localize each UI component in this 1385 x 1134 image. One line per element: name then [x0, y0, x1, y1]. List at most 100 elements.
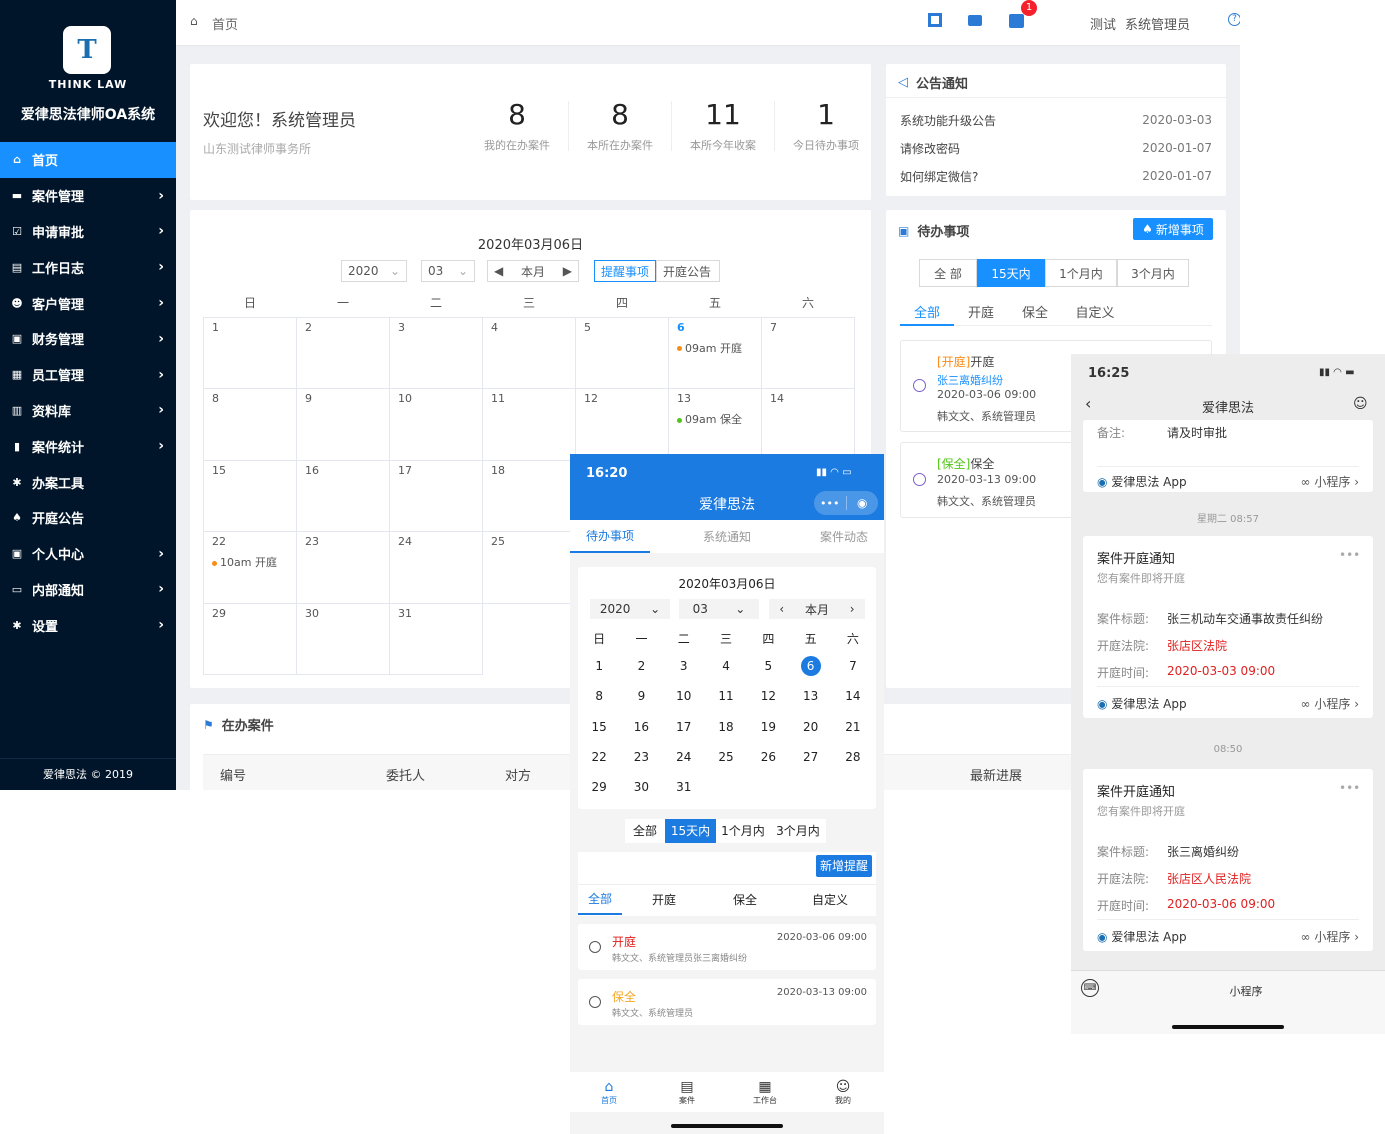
prev-month-button[interactable]: ‹: [779, 602, 784, 616]
this-month-button[interactable]: 本月: [521, 263, 545, 280]
nav-cases[interactable]: ▤ 案件: [648, 1079, 726, 1106]
year-select[interactable]: 2020 ⌄: [590, 599, 670, 619]
mini-program-menu[interactable]: 小程序: [1071, 983, 1385, 999]
calendar-event[interactable]: 10am 开庭: [212, 554, 288, 570]
sidebar-item-approval[interactable]: ☑ 申请审批 ›: [0, 214, 176, 250]
sidebar-item-finance[interactable]: ▣ 财务管理 ›: [0, 321, 176, 357]
prev-month-button[interactable]: ◀: [494, 264, 503, 278]
tab-todo[interactable]: 待办事项: [570, 520, 650, 553]
calendar-day[interactable]: 8: [203, 388, 297, 461]
type-custom[interactable]: 自定义: [784, 891, 876, 908]
sidebar-item-stats[interactable]: ▮ 案件统计 ›: [0, 428, 176, 464]
sidebar-item-worklog[interactable]: ▤ 工作日志 ›: [0, 249, 176, 285]
notice-item[interactable]: 系统功能升级公告 2020-03-03: [900, 106, 1212, 134]
user-name[interactable]: 系统管理员: [1125, 14, 1190, 33]
stat-my-cases[interactable]: 8 我的在办案件: [466, 98, 568, 153]
calendar-day-today[interactable]: 6: [789, 651, 831, 681]
calendar-day[interactable]: 14: [761, 388, 855, 461]
calendar-day[interactable]: 2: [296, 316, 390, 390]
type-court[interactable]: 开庭: [954, 302, 1008, 326]
calendar-day[interactable]: 25: [482, 531, 576, 604]
calendar-day[interactable]: 30: [296, 602, 390, 676]
next-month-button[interactable]: ›: [850, 602, 855, 616]
folder-icon[interactable]: [968, 15, 982, 26]
capsule-menu[interactable]: ••• ◉: [814, 491, 878, 515]
calendar-day[interactable]: 9: [296, 388, 390, 461]
next-month-button[interactable]: ▶: [563, 264, 572, 278]
calendar-day[interactable]: 4: [482, 316, 576, 390]
notice-item[interactable]: 请修改密码 2020-01-07: [900, 134, 1212, 162]
checkbox-circle[interactable]: [589, 941, 601, 953]
checkbox-circle[interactable]: [913, 379, 926, 392]
range-3-months[interactable]: 3个月内: [770, 819, 826, 843]
mini-program-bar[interactable]: ◉ 爱律思法 App ∞ 小程序 ›: [1097, 466, 1359, 490]
calendar-day[interactable]: 1: [203, 316, 297, 390]
calendar-day[interactable]: 22 10am 开庭: [203, 531, 297, 604]
range-3-months[interactable]: 3个月内: [1117, 259, 1189, 287]
calendar-event[interactable]: 09am 开庭: [677, 340, 753, 356]
sidebar-item-internal-notice[interactable]: ▭ 内部通知 ›: [0, 572, 176, 608]
message-card[interactable]: 案件开庭通知 ••• 您有案件即将开庭 案件标题: 张三离婚纠纷 开庭法院: 张店区…: [1083, 769, 1373, 951]
range-1-month[interactable]: 1个月内: [716, 819, 770, 843]
tab-court[interactable]: 开庭公告: [656, 260, 720, 282]
person-icon[interactable]: ☺: [1353, 396, 1368, 412]
type-all[interactable]: 全部: [578, 885, 622, 915]
calendar-day[interactable]: 31: [389, 602, 483, 676]
add-todo-button[interactable]: ♠ 新增事项: [1133, 218, 1213, 240]
calendar-day[interactable]: 29: [203, 602, 297, 676]
checkbox-circle[interactable]: [913, 473, 926, 486]
calendar-day[interactable]: 17: [389, 459, 483, 533]
stat-year-cases[interactable]: 11 本所今年收案: [672, 98, 774, 153]
nav-mine[interactable]: ☺ 我的: [804, 1079, 882, 1106]
this-month-button[interactable]: 本月: [805, 601, 829, 618]
user-org[interactable]: 测试: [1090, 14, 1116, 33]
sidebar-item-home[interactable]: ⌂ 首页: [0, 142, 176, 178]
tab-case-updates[interactable]: 案件动态: [804, 528, 884, 545]
calendar-day[interactable]: 15: [203, 459, 297, 533]
nav-home[interactable]: ⌂ 首页: [570, 1079, 648, 1106]
month-nav[interactable]: ◀ 本月 ▶: [487, 260, 579, 282]
year-select[interactable]: 2020 ⌄: [341, 260, 407, 282]
range-all[interactable]: 全 部: [919, 259, 977, 287]
calendar-day[interactable]: 10: [389, 388, 483, 461]
type-all[interactable]: 全部: [900, 302, 954, 326]
message-card[interactable]: 案件开庭通知 ••• 您有案件即将开庭 案件标题: 张三机动车交通事故责任纠纷 开…: [1083, 536, 1373, 718]
sidebar-item-cases[interactable]: ▬ 案件管理 ›: [0, 178, 176, 214]
calendar-day[interactable]: 23: [296, 531, 390, 604]
range-15-days[interactable]: 15天内: [977, 259, 1045, 287]
calendar-day[interactable]: 12: [575, 388, 669, 461]
notice-item[interactable]: 如何绑定微信? 2020-01-07: [900, 162, 1212, 190]
sidebar-item-settings[interactable]: ✱ 设置 ›: [0, 607, 176, 643]
tab-remind[interactable]: 提醒事项: [594, 260, 656, 282]
sidebar-item-clients[interactable]: ☻ 客户管理 ›: [0, 285, 176, 321]
add-reminder-button[interactable]: 新增提醒: [816, 855, 872, 877]
range-15-days[interactable]: 15天内: [665, 819, 716, 843]
calendar-day[interactable]: 11: [482, 388, 576, 461]
close-circle-icon[interactable]: ◉: [846, 496, 878, 510]
calendar-day-today[interactable]: 6 09am 开庭: [668, 316, 762, 390]
sidebar-item-library[interactable]: ▥ 资料库 ›: [0, 393, 176, 429]
grid-icon[interactable]: [928, 13, 942, 27]
type-preserve[interactable]: 保全: [706, 891, 784, 908]
help-icon[interactable]: ?: [1228, 13, 1240, 26]
calendar-event[interactable]: 09am 保全: [677, 411, 753, 427]
sidebar-item-staff[interactable]: ▦ 员工管理 ›: [0, 357, 176, 393]
todo-case-link[interactable]: 张三离婚纠纷: [937, 372, 1003, 388]
sidebar-item-tools[interactable]: ✱ 办案工具: [0, 464, 176, 500]
calendar-day[interactable]: 7: [761, 316, 855, 390]
calendar-day[interactable]: 5: [575, 316, 669, 390]
type-court[interactable]: 开庭: [622, 891, 706, 908]
type-custom[interactable]: 自定义: [1062, 302, 1128, 326]
sidebar-item-profile[interactable]: ▣ 个人中心 ›: [0, 536, 176, 572]
stat-today-todo[interactable]: 1 今日待办事项: [775, 98, 877, 153]
checkbox-circle[interactable]: [589, 996, 601, 1008]
month-select[interactable]: 03 ⌄: [679, 599, 759, 619]
month-select[interactable]: 03 ⌄: [421, 260, 475, 282]
calendar-day[interactable]: 18: [482, 459, 576, 533]
sidebar-item-court-notice[interactable]: ♠ 开庭公告: [0, 500, 176, 536]
mini-program-bar[interactable]: ◉ 爱律思法 App ∞ 小程序 ›: [1097, 919, 1359, 945]
breadcrumb[interactable]: 首页: [212, 14, 238, 33]
calendar-day[interactable]: 24: [389, 531, 483, 604]
phone1-todo-item[interactable]: 开庭 2020-03-06 09:00 韩文文、系统管理员张三离婚纠纷: [578, 924, 876, 970]
calendar-day[interactable]: 16: [296, 459, 390, 533]
